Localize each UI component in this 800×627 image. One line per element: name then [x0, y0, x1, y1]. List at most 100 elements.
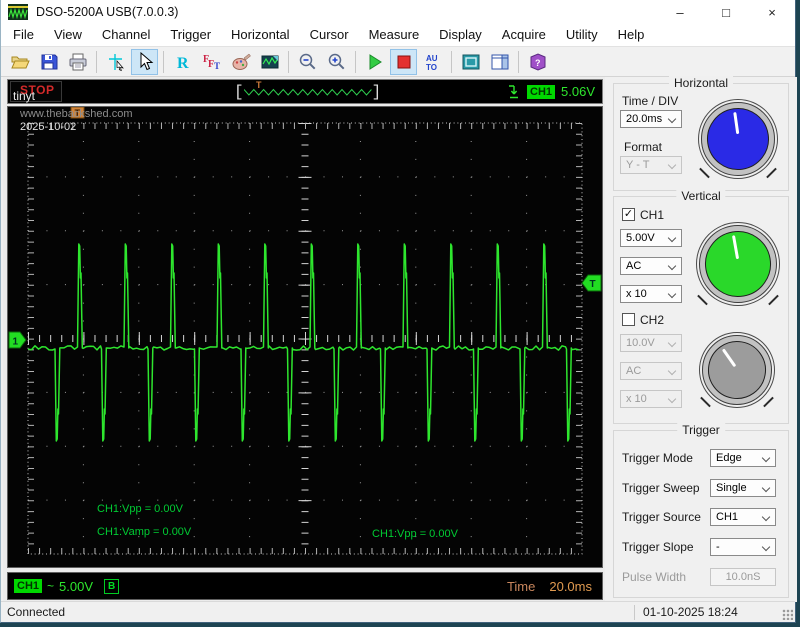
preview-waveform-icon	[244, 84, 372, 100]
svg-text:T: T	[590, 279, 596, 290]
palette-button[interactable]	[227, 49, 254, 75]
trigger-sweep-select[interactable]: Single	[710, 479, 776, 497]
ch1-volts-select[interactable]: 5.00V	[620, 229, 682, 247]
trigger-mode-select[interactable]: Edge	[710, 449, 776, 467]
save-button[interactable]	[35, 49, 62, 75]
time-label: Time	[507, 579, 535, 594]
menu-item-trigger[interactable]: Trigger	[160, 24, 221, 46]
trigger-voltage: 5.06V	[561, 84, 595, 99]
cursor-measure-button[interactable]	[102, 49, 129, 75]
toolbar: R FFT AUTO?	[1, 46, 795, 77]
start-button[interactable]	[361, 49, 388, 75]
overlay-text: tinyt	[13, 89, 35, 103]
channel1-level-marker[interactable]: 1	[9, 332, 26, 348]
refresh-r-button[interactable]: R	[169, 49, 196, 75]
menu-item-cursor[interactable]: Cursor	[300, 24, 359, 46]
pointer-icon	[135, 52, 155, 72]
chevron-down-icon	[668, 339, 676, 347]
time-div-select[interactable]: 20.0ms	[620, 110, 682, 128]
ch1-probe-select[interactable]: x 10	[620, 285, 682, 303]
trigger-sweep-label: Trigger Sweep	[622, 481, 700, 495]
ch2-vertical-knob[interactable]	[702, 335, 772, 405]
chevron-down-icon	[668, 367, 676, 375]
menu-item-help[interactable]: Help	[608, 24, 655, 46]
menu-item-display[interactable]: Display	[429, 24, 492, 46]
menu-item-acquire[interactable]: Acquire	[492, 24, 556, 46]
auto-set-icon: AUTO	[423, 52, 443, 72]
minimize-button[interactable]: –	[657, 0, 703, 24]
time-per-div: 20.0ms	[549, 579, 592, 594]
auto-set-button[interactable]: AUTO	[419, 49, 446, 75]
start-icon	[365, 52, 385, 72]
fft-button[interactable]: FFT	[198, 49, 225, 75]
menu-item-utility[interactable]: Utility	[556, 24, 608, 46]
zoom-out-icon	[298, 52, 318, 72]
chevron-down-icon	[762, 454, 770, 462]
scope-display: 1 T T www.thebackshed.com 2025-10-02 CH1…	[7, 106, 603, 568]
menu-item-channel[interactable]: Channel	[92, 24, 160, 46]
zoom-in-button[interactable]	[323, 49, 350, 75]
ch1-vertical-knob[interactable]	[699, 225, 777, 303]
coupling-wave-icon: ~	[47, 579, 54, 593]
help-button[interactable]: ?	[524, 49, 551, 75]
close-button[interactable]: ×	[749, 0, 795, 24]
stop-icon	[394, 52, 414, 72]
zoom-in-icon	[327, 52, 347, 72]
app-logo-icon	[8, 4, 28, 20]
vertical-group: Vertical CH1 5.00V AC x 10 CH2 10.0V AC	[613, 196, 789, 424]
palette-icon	[231, 52, 251, 72]
save-icon	[39, 52, 59, 72]
ch2-checkbox[interactable]	[622, 313, 635, 326]
pointer-button[interactable]	[131, 49, 158, 75]
waveform-view-icon	[260, 52, 280, 72]
menu-item-measure[interactable]: Measure	[359, 24, 430, 46]
open-file-button[interactable]	[6, 49, 33, 75]
stop-button[interactable]	[390, 49, 417, 75]
toolbar-separator	[355, 51, 356, 73]
waveform-view-button[interactable]	[256, 49, 283, 75]
maximize-button[interactable]: □	[703, 0, 749, 24]
trigger-source-select[interactable]: CH1	[710, 508, 776, 526]
vertical-group-title: Vertical	[676, 189, 725, 203]
datetime-status: 01-10-2025 18:24	[635, 605, 795, 619]
window-title: DSO-5200A USB(7.0.0.3)	[36, 5, 178, 19]
trigger-slope-label: Trigger Slope	[622, 540, 694, 554]
horizontal-group-title: Horizontal	[669, 76, 733, 90]
trigger-level-marker[interactable]: T	[582, 275, 601, 291]
ch2-volts-select: 10.0V	[620, 334, 682, 352]
refresh-r-icon: R	[173, 52, 193, 72]
full-screen-button[interactable]	[457, 49, 484, 75]
chevron-down-icon	[668, 262, 676, 270]
bandwidth-badge: B	[104, 579, 119, 594]
run-state-box: STOP tinyt	[10, 81, 62, 102]
print-button[interactable]	[64, 49, 91, 75]
horizontal-knob[interactable]	[701, 102, 775, 176]
toolbar-separator	[96, 51, 97, 73]
help-icon: ?	[528, 52, 548, 72]
control-panel: Horizontal Time / DIV 20.0ms Format Y - …	[605, 77, 797, 602]
window-layout-button[interactable]	[486, 49, 513, 75]
ch1-coupling-select[interactable]: AC	[620, 257, 682, 275]
app-window: DSO-5200A USB(7.0.0.3) – □ × FileViewCha…	[0, 0, 796, 623]
zoom-out-button[interactable]	[294, 49, 321, 75]
toolbar-separator	[288, 51, 289, 73]
resize-grip[interactable]	[782, 609, 793, 620]
waveform-preview[interactable]: [ ] T	[234, 81, 381, 102]
svg-text:R: R	[177, 55, 189, 72]
menu-item-horizontal[interactable]: Horizontal	[221, 24, 300, 46]
preview-left-bracket: [	[234, 84, 244, 100]
menu-item-file[interactable]: File	[3, 24, 44, 46]
scope-area: STOP tinyt [ ] T CH1 5.06V	[3, 77, 605, 602]
trigger-mode-label: Trigger Mode	[622, 451, 693, 465]
ch2-probe-select: x 10	[620, 390, 682, 408]
ch1-checkbox[interactable]	[622, 208, 635, 221]
preview-right-bracket: ]	[372, 84, 382, 100]
pulse-width-label: Pulse Width	[622, 570, 686, 584]
menu-item-view[interactable]: View	[44, 24, 92, 46]
toolbar-separator	[518, 51, 519, 73]
fft-icon: FFT	[202, 52, 222, 72]
print-icon	[68, 52, 88, 72]
trigger-slope-select[interactable]: -	[710, 538, 776, 556]
pulse-width-input: 10.0nS	[710, 568, 776, 586]
svg-text:TO: TO	[426, 63, 437, 72]
